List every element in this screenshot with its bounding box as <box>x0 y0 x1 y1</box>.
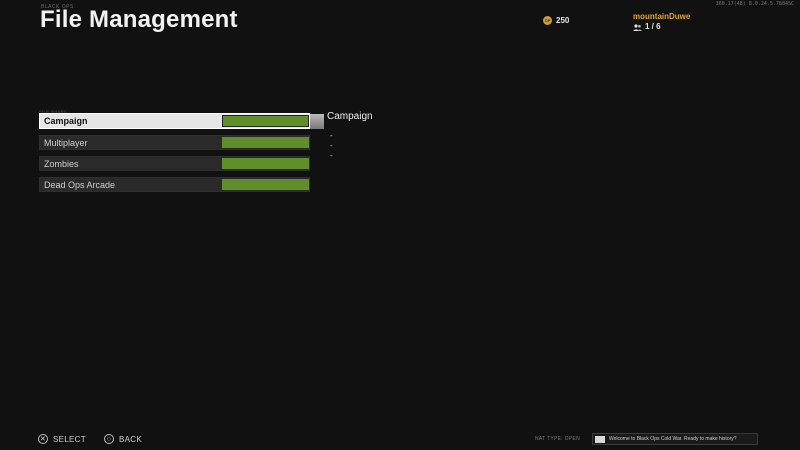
detail-line: - <box>330 151 333 160</box>
motd-text: Welcome to Black Ops Cold War. Ready to … <box>609 436 737 442</box>
storage-usage-fill <box>222 179 309 190</box>
storage-usage-bar <box>222 158 309 169</box>
file-list: Campaign Multiplayer Zombies Dead Ops Ar… <box>39 113 310 198</box>
select-label: SELECT <box>53 434 86 444</box>
message-of-the-day[interactable]: Welcome to Black Ops Cold War. Ready to … <box>592 433 758 445</box>
storage-usage-fill <box>222 137 309 148</box>
selection-scroll-tab[interactable] <box>310 114 324 129</box>
cod-points-amount: 250 <box>556 16 570 25</box>
page-title: File Management <box>40 6 238 33</box>
back-prompt[interactable]: ○ BACK <box>104 434 142 444</box>
player-name: mountainDuwe <box>633 12 691 21</box>
player-card[interactable]: mountainDuwe 1 / 6 <box>633 12 690 32</box>
detail-line: - <box>330 141 333 150</box>
message-icon <box>595 435 605 443</box>
storage-usage-fill <box>223 116 308 126</box>
build-id: 360.17(48) 8.0.24.5.7884SC <box>715 1 794 7</box>
storage-usage-bar <box>222 115 309 127</box>
storage-usage-bar <box>222 137 309 148</box>
file-row-label: Campaign <box>44 116 88 126</box>
party-count: 1 / 6 <box>645 22 661 31</box>
detail-title: Campaign <box>327 111 373 122</box>
cod-points-icon: CP <box>543 16 552 25</box>
file-row-label: Zombies <box>44 158 79 169</box>
back-label: BACK <box>119 434 142 444</box>
file-row-campaign[interactable]: Campaign <box>39 113 310 129</box>
file-row-label: Dead Ops Arcade <box>44 179 116 190</box>
party-members-icon <box>633 23 642 31</box>
storage-usage-fill <box>222 158 309 169</box>
cross-button-icon: ✕ <box>38 434 48 444</box>
detail-line: - <box>330 131 333 140</box>
file-row-dead-ops-arcade[interactable]: Dead Ops Arcade <box>39 177 310 192</box>
file-row-multiplayer[interactable]: Multiplayer <box>39 135 310 150</box>
file-row-zombies[interactable]: Zombies <box>39 156 310 171</box>
file-row-label: Multiplayer <box>44 137 88 148</box>
circle-button-icon: ○ <box>104 434 114 444</box>
party-status: 1 / 6 <box>633 22 690 32</box>
nat-type: NAT TYPE: OPEN <box>535 436 581 442</box>
cod-points-display: CP 250 <box>543 16 569 25</box>
detail-info: - - - <box>330 131 333 161</box>
select-prompt[interactable]: ✕ SELECT <box>38 434 86 444</box>
storage-usage-bar <box>222 179 309 190</box>
